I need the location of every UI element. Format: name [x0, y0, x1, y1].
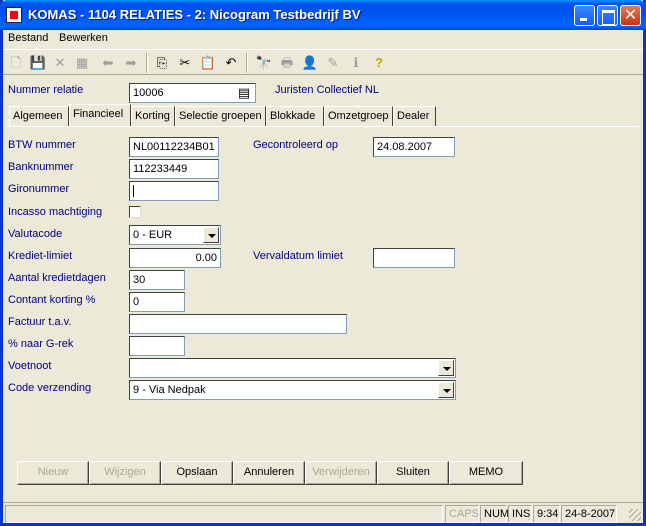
new-doc-icon[interactable]: 🗋: [7, 54, 25, 72]
check-icon[interactable]: ✎: [324, 54, 342, 72]
paste-icon[interactable]: 📋: [199, 54, 217, 72]
minimize-icon: [575, 6, 594, 25]
voetnoot-label: Voetnoot: [8, 360, 52, 372]
user-icon[interactable]: 👤: [301, 54, 319, 72]
undo-icon[interactable]: ↶: [222, 54, 240, 72]
resize-grip-icon[interactable]: [629, 509, 641, 521]
gecontroleerd-op-label: Gecontroleerd op: [253, 139, 338, 151]
code-verzending-select[interactable]: 9 - Via Nedpak: [129, 380, 456, 400]
status-ins: INS: [508, 505, 532, 523]
btw-nummer-label: BTW nummer: [8, 139, 76, 151]
delete-icon[interactable]: ✕: [51, 54, 69, 72]
gecontroleerd-op-field[interactable]: 24.08.2007: [373, 137, 455, 157]
tab-selectie-groepen[interactable]: Selectie groepen: [175, 106, 266, 126]
tab-dealer[interactable]: Dealer: [393, 106, 436, 126]
nieuw-button[interactable]: Nieuw: [17, 461, 89, 485]
incasso-machtiging-checkbox[interactable]: [129, 206, 141, 218]
app-icon[interactable]: [6, 7, 22, 23]
app-window: KOMAS - 1104 RELATIES - 2: Nicogram Test…: [0, 0, 646, 526]
gecontroleerd-op-value: 24.08.2007: [377, 141, 433, 153]
aantal-kredietdagen-label: Aantal kredietdagen: [8, 272, 106, 284]
sluiten-button[interactable]: Sluiten: [377, 461, 449, 485]
aantal-kredietdagen-field[interactable]: 30: [129, 270, 185, 290]
vervaldatum-limiet-label: Vervaldatum limiet: [253, 250, 343, 262]
naar-g-rek-field[interactable]: [129, 336, 185, 356]
valutacode-value: 0 - EUR: [133, 229, 173, 241]
annuleren-button[interactable]: Annuleren: [233, 461, 305, 485]
banknummer-field[interactable]: 112233449: [129, 159, 219, 179]
save-icon[interactable]: 💾: [29, 54, 47, 72]
toolbar-separator: [146, 53, 148, 73]
maximize-icon: [598, 6, 617, 25]
find-icon[interactable]: 🔭: [255, 54, 273, 72]
banknummer-value: 112233449: [133, 163, 188, 175]
window-title: KOMAS - 1104 RELATIES - 2: Nicogram Test…: [28, 7, 361, 22]
tab-financieel[interactable]: Financieel: [69, 104, 131, 127]
status-num: NUM: [480, 505, 509, 523]
status-date: 24-8-2007: [561, 505, 617, 523]
minimize-button[interactable]: [574, 5, 595, 26]
close-icon: ✕: [623, 7, 638, 24]
gironummer-field[interactable]: [129, 181, 219, 201]
tab-korting[interactable]: Korting: [131, 106, 175, 126]
title-bar[interactable]: KOMAS - 1104 RELATIES - 2: Nicogram Test…: [0, 0, 646, 30]
info-icon[interactable]: ℹ: [347, 54, 365, 72]
status-bar: CAPS NUM INS 9:34 24-8-2007: [3, 502, 643, 523]
contant-korting-field[interactable]: 0: [129, 292, 185, 312]
krediet-limiet-label: Krediet-limiet: [8, 250, 73, 262]
krediet-limiet-value: 0.00: [195, 252, 217, 264]
contant-korting-label: Contant korting %: [8, 294, 96, 306]
voetnoot-select[interactable]: [129, 358, 456, 378]
code-verzending-label: Code verzending: [8, 382, 92, 394]
incasso-machtiging-label: Incasso machtiging: [8, 206, 103, 218]
gironummer-label: Gironummer: [8, 183, 70, 195]
toolbar: 🗋 💾 ✕ ▦ ⬅ ➡ ⎘ ✂ 📋 ↶ 🔭 🖶 👤 ✎ ℹ ?: [3, 49, 643, 75]
valutacode-select[interactable]: 0 - EUR: [129, 225, 221, 245]
menu-bestand[interactable]: Bestand: [8, 32, 48, 44]
tab-panel-border: [7, 126, 639, 127]
chevron-down-icon[interactable]: [438, 360, 454, 376]
status-message: [5, 505, 443, 523]
tab-algemeen[interactable]: Algemeen: [9, 106, 69, 126]
menu-bar: Bestand Bewerken: [3, 30, 643, 48]
vervaldatum-limiet-field[interactable]: [373, 248, 455, 268]
aantal-kredietdagen-value: 30: [133, 274, 146, 286]
chevron-down-icon[interactable]: [438, 382, 454, 398]
tab-blokkade[interactable]: Blokkade: [266, 106, 324, 126]
wijzigen-button[interactable]: Wijzigen: [89, 461, 161, 485]
status-caps: CAPS: [445, 505, 479, 523]
verwijderen-button[interactable]: Verwijderen: [305, 461, 377, 485]
arrow-left-icon[interactable]: ⬅: [99, 54, 117, 72]
copy-icon[interactable]: ⎘: [153, 54, 171, 72]
btw-nummer-value: NL00112234B01: [133, 141, 215, 153]
banknummer-label: Banknummer: [8, 161, 74, 173]
nummer-relatie-label: Nummer relatie: [8, 84, 84, 96]
maximize-button[interactable]: [597, 5, 618, 26]
factuur-tav-label: Factuur t.a.v.: [8, 316, 72, 328]
tab-omzetgroep[interactable]: Omzetgroep: [324, 106, 393, 126]
close-button[interactable]: ✕: [620, 5, 641, 26]
memo-button[interactable]: MEMO: [449, 461, 523, 485]
cut-icon[interactable]: ✂: [176, 54, 194, 72]
chevron-down-icon[interactable]: [203, 227, 219, 243]
menu-bewerken[interactable]: Bewerken: [59, 32, 108, 44]
krediet-limiet-field[interactable]: 0.00: [129, 248, 221, 268]
lookup-icon[interactable]: ▤: [236, 85, 252, 101]
valutacode-label: Valutacode: [8, 228, 63, 240]
relation-name: Juristen Collectief NL: [275, 84, 379, 96]
nummer-relatie-value: 10006: [133, 87, 164, 99]
toolbar-separator: [246, 53, 248, 73]
btw-nummer-field[interactable]: NL00112234B01: [129, 137, 219, 157]
arrow-right-icon[interactable]: ➡: [122, 54, 140, 72]
code-verzending-value: 9 - Via Nedpak: [133, 384, 206, 396]
status-time: 9:34: [533, 505, 560, 523]
print-icon[interactable]: 🖶: [278, 54, 296, 72]
contant-korting-value: 0: [133, 296, 140, 308]
help-icon[interactable]: ?: [370, 54, 388, 72]
opslaan-button[interactable]: Opslaan: [161, 461, 233, 485]
factuur-tav-field[interactable]: [129, 314, 347, 334]
naar-g-rek-label: % naar G-rek: [8, 338, 74, 350]
cancel-edit-icon[interactable]: ▦: [73, 54, 91, 72]
text-caret: [133, 185, 134, 198]
